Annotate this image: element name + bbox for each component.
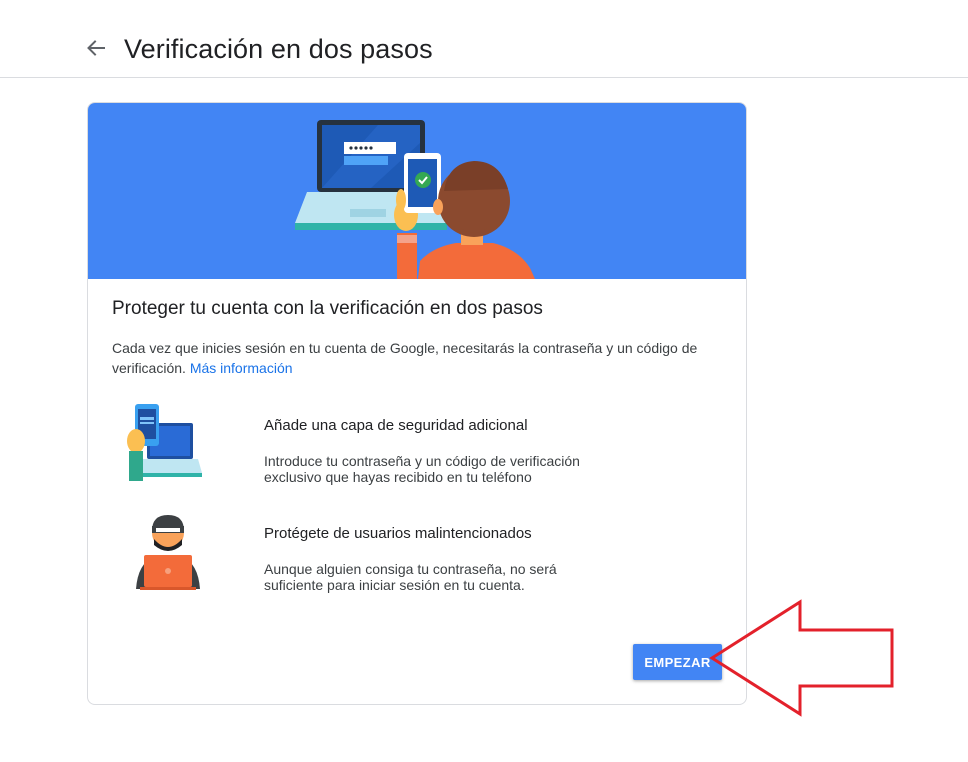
feature-text-security-1: Introduce tu contraseña y un código de v… xyxy=(264,453,580,469)
hero-illustration xyxy=(88,103,746,279)
page-header: Verificación en dos pasos xyxy=(0,0,968,78)
feature-title-security: Añade una capa de seguridad adicional xyxy=(264,417,528,434)
learn-more-link[interactable]: Más información xyxy=(190,360,293,376)
card-description: Cada vez que inicies sesión en tu cuenta… xyxy=(112,338,722,378)
card-heading: Proteger tu cuenta con la verificación e… xyxy=(112,298,543,319)
page-title: Verificación en dos pasos xyxy=(124,34,433,64)
feature-text-protect-1: Aunque alguien consiga tu contraseña, no… xyxy=(264,561,557,577)
hacker-icon xyxy=(132,511,204,591)
start-button[interactable]: EMPEZAR xyxy=(633,644,722,680)
feature-text-protect-2: suficiente para iniciar sesión en tu cue… xyxy=(264,577,525,593)
phone-laptop-icon xyxy=(122,401,204,481)
arrow-left-icon xyxy=(87,40,105,56)
feature-title-protect: Protégete de usuarios malintencionados xyxy=(264,525,532,542)
back-button[interactable] xyxy=(80,32,112,64)
feature-text-security-2: exclusivo que hayas recibido en tu teléf… xyxy=(264,469,532,485)
two-step-card: Proteger tu cuenta con la verificación e… xyxy=(87,102,747,705)
